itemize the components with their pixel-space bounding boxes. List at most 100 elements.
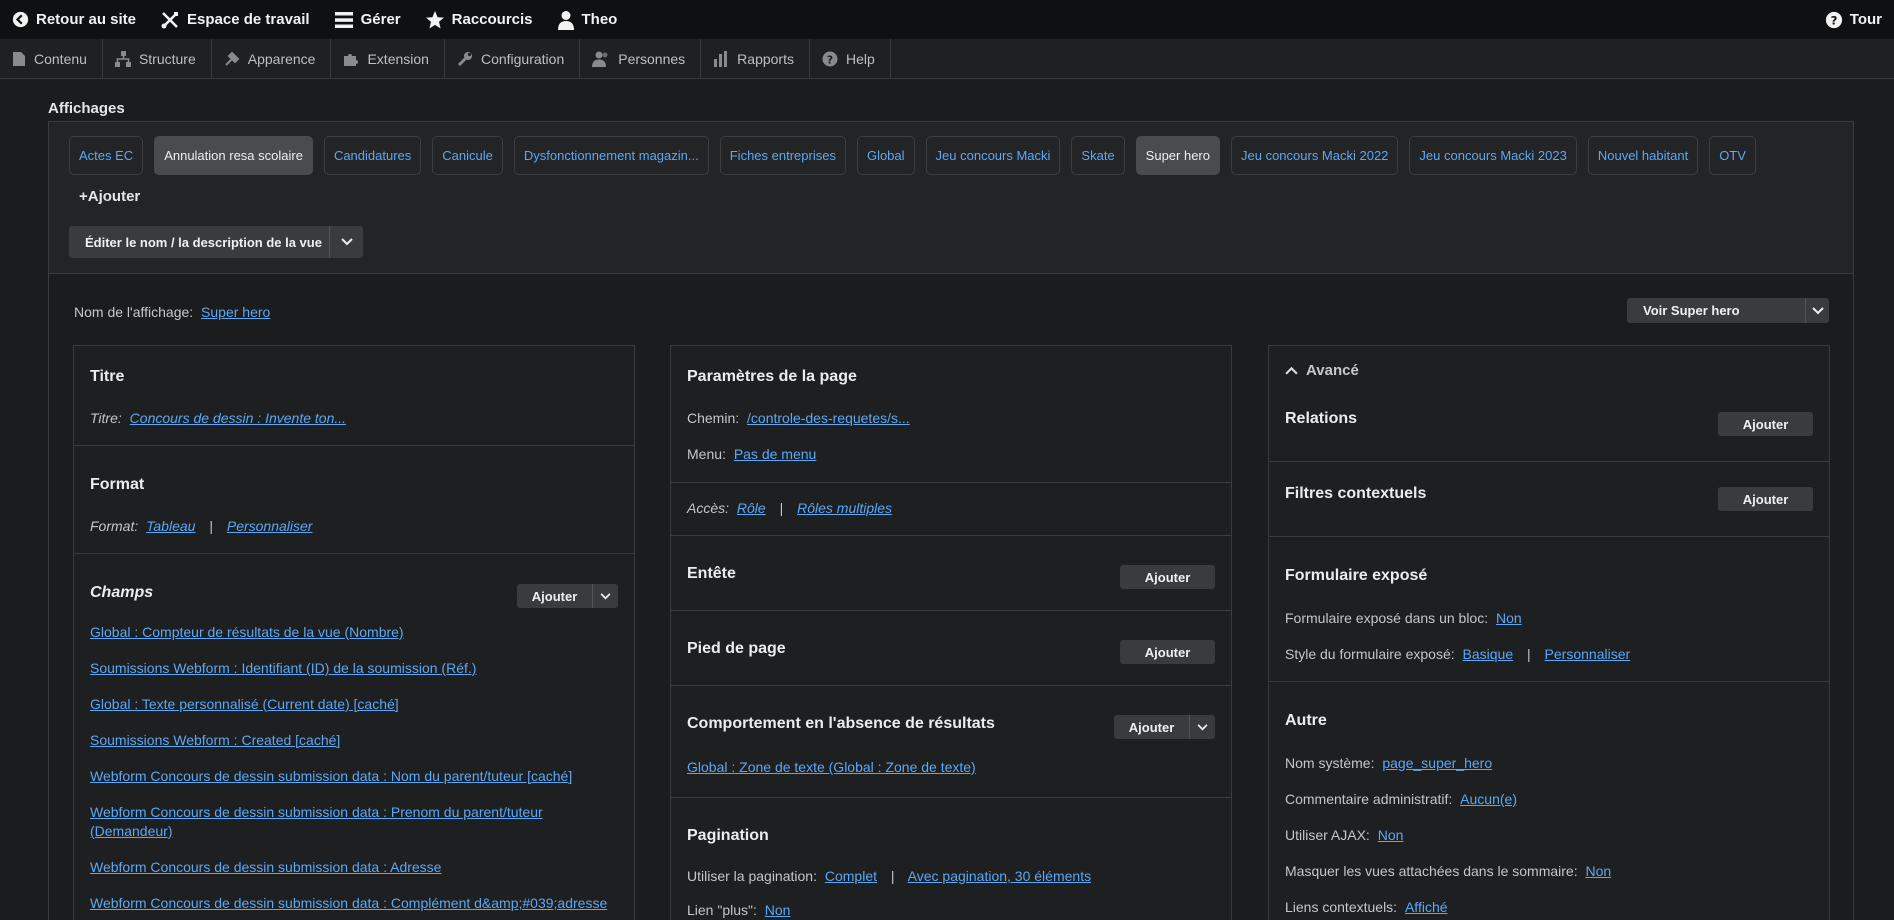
display-tab[interactable]: Jeu concours Macki — [925, 136, 1061, 175]
display-tab[interactable]: Candidatures — [323, 136, 422, 175]
tray-item-reports[interactable]: Rapports — [701, 39, 810, 78]
field-link[interactable]: Soumissions Webform : Created [caché] — [90, 731, 620, 750]
shortcuts-menu[interactable]: Raccourcis — [413, 0, 545, 39]
display-tab[interactable]: Nouvel habitant — [1587, 136, 1699, 175]
contextual-links-link[interactable]: Affiché — [1405, 899, 1448, 915]
display-tab[interactable]: Skate — [1071, 136, 1125, 175]
chevron-down-icon[interactable] — [592, 584, 618, 608]
access-settings-link[interactable]: Rôles multiples — [797, 500, 892, 516]
field-link[interactable]: Webform Concours de dessin submission da… — [90, 858, 620, 877]
display-tab[interactable]: Canicule — [432, 136, 503, 175]
tour-button[interactable]: ? Tour — [1813, 0, 1894, 39]
tray-item-people[interactable]: Personnes — [580, 39, 702, 78]
exposed-form-section: Formulaire exposé Formulaire exposé dans… — [1269, 537, 1829, 682]
back-arrow-icon — [12, 11, 29, 28]
chevron-down-icon[interactable] — [1805, 298, 1829, 323]
fields-heading: Champs — [90, 584, 154, 601]
more-link-value[interactable]: Non — [765, 902, 791, 918]
display-tab-current[interactable]: Super hero — [1135, 136, 1220, 175]
display-tab[interactable]: OTV — [1709, 136, 1756, 175]
add-no-results-label: Ajouter — [1128, 719, 1175, 735]
field-link[interactable]: Global : Texte personnalisé (Current dat… — [90, 695, 620, 714]
user-label: Theo — [581, 11, 618, 28]
format-settings-link[interactable]: Personnaliser — [227, 518, 313, 534]
people-icon — [592, 51, 608, 67]
access-link[interactable]: Rôle — [737, 500, 766, 516]
add-field-label: Ajouter — [531, 588, 578, 604]
add-relation-button[interactable]: Ajouter — [1718, 412, 1813, 436]
chevron-down-icon[interactable] — [1189, 715, 1215, 739]
no-results-row: Global : Zone de texte (Global : Zone de… — [687, 759, 976, 775]
ajax-link[interactable]: Non — [1378, 827, 1404, 843]
tray-item-extension[interactable]: Extension — [331, 39, 445, 78]
brush-icon — [225, 51, 240, 66]
display-tabs: Actes EC Annulation resa scolaire Candid… — [69, 136, 1767, 175]
title-link[interactable]: Concours de dessin : Invente ton... — [130, 410, 346, 426]
pager-link[interactable]: Complet — [825, 868, 877, 884]
exposed-style-settings-link[interactable]: Personnaliser — [1545, 646, 1631, 662]
field-link[interactable]: Webform Concours de dessin submission da… — [90, 894, 620, 913]
display-tab[interactable]: Jeu concours Macki 2023 — [1409, 136, 1577, 175]
advanced-toggle[interactable]: Avancé — [1285, 362, 1359, 379]
tray-item-label: Personnes — [618, 50, 686, 67]
admin-comment-link[interactable]: Aucun(e) — [1460, 791, 1517, 807]
display-name-label: Nom de l'affichage: — [74, 304, 194, 320]
fields-section: Champs Ajouter Global : Compteur de résu… — [74, 554, 634, 920]
chevron-down-icon[interactable] — [329, 226, 363, 258]
pager-row: Utiliser la pagination: Complet | Avec p… — [687, 868, 1091, 884]
machine-name-link[interactable]: page_super_hero — [1382, 755, 1492, 771]
display-tab[interactable]: Fiches entreprises — [719, 136, 846, 175]
header-heading: Entête — [687, 565, 736, 582]
hide-attachments-link[interactable]: Non — [1585, 863, 1611, 879]
document-icon — [13, 51, 25, 66]
add-field-button[interactable]: Ajouter — [517, 584, 618, 608]
user-menu[interactable]: Theo — [545, 0, 630, 39]
tray-item-appearance[interactable]: Apparence — [212, 39, 332, 78]
tray-item-label: Extension — [367, 50, 429, 67]
view-page-label: Voir Super hero — [1643, 303, 1740, 318]
tray-item-label: Configuration — [480, 50, 565, 67]
display-tab[interactable]: Jeu concours Macki 2022 — [1231, 136, 1399, 175]
relations-heading: Relations — [1285, 410, 1358, 427]
edit-view-name-button[interactable]: Éditer le nom / la description de la vue — [69, 226, 363, 258]
add-display-label: Ajouter — [87, 188, 141, 205]
display-tab[interactable]: Annulation resa scolaire — [154, 136, 313, 175]
field-link[interactable]: Global : Compteur de résultats de la vue… — [90, 623, 620, 642]
tray-item-structure[interactable]: Structure — [103, 39, 212, 78]
manage-menu[interactable]: Gérer — [322, 0, 413, 39]
path-link[interactable]: /controle-des-requetes/s... — [747, 410, 910, 426]
tray-item-content[interactable]: Contenu — [0, 39, 103, 78]
relations-section: Relations Ajouter — [1269, 394, 1829, 462]
tray-item-label: Rapports — [737, 50, 794, 67]
add-header-button[interactable]: Ajouter — [1120, 565, 1215, 589]
view-page-button[interactable]: Voir Super hero — [1627, 298, 1829, 323]
tray-item-help[interactable]: ? Help — [810, 39, 891, 78]
tray-item-configuration[interactable]: Configuration — [445, 39, 581, 78]
displays-heading: Affichages — [48, 100, 125, 117]
workspace-menu[interactable]: Espace de travail — [148, 0, 322, 39]
manage-label: Gérer — [360, 11, 401, 28]
display-name-link[interactable]: Super hero — [201, 304, 270, 320]
add-display-button[interactable]: +Ajouter — [79, 188, 140, 205]
display-tab[interactable]: Actes EC — [69, 136, 144, 175]
display-tab[interactable]: Dysfonctionnement magazin... — [513, 136, 709, 175]
field-link[interactable]: Webform Concours de dessin submission da… — [90, 803, 620, 841]
display-tab[interactable]: Global — [856, 136, 915, 175]
back-to-site-link[interactable]: Retour au site — [0, 0, 148, 39]
add-no-results-button[interactable]: Ajouter — [1114, 715, 1215, 739]
pager-settings-link[interactable]: Avec pagination, 30 éléments — [908, 868, 1091, 884]
exposed-block-link[interactable]: Non — [1496, 610, 1522, 626]
tour-label: Tour — [1849, 11, 1882, 28]
exposed-style-link[interactable]: Basique — [1463, 646, 1514, 662]
title-section: Titre Titre: Concours de dessin : Invent… — [74, 346, 634, 446]
edit-view-name-label: Éditer le nom / la description de la vue — [85, 234, 322, 250]
path-row: Chemin: /controle-des-requetes/s... — [687, 410, 910, 426]
field-link[interactable]: Webform Concours de dessin submission da… — [90, 767, 620, 786]
field-link[interactable]: Soumissions Webform : Identifiant (ID) d… — [90, 659, 620, 678]
add-footer-button[interactable]: Ajouter — [1120, 640, 1215, 664]
format-link[interactable]: Tableau — [146, 518, 195, 534]
tray-item-label: Help — [845, 50, 875, 67]
add-contextual-filter-button[interactable]: Ajouter — [1718, 487, 1813, 511]
no-results-link[interactable]: Global : Zone de texte (Global : Zone de… — [687, 759, 976, 775]
menu-link[interactable]: Pas de menu — [734, 446, 817, 462]
